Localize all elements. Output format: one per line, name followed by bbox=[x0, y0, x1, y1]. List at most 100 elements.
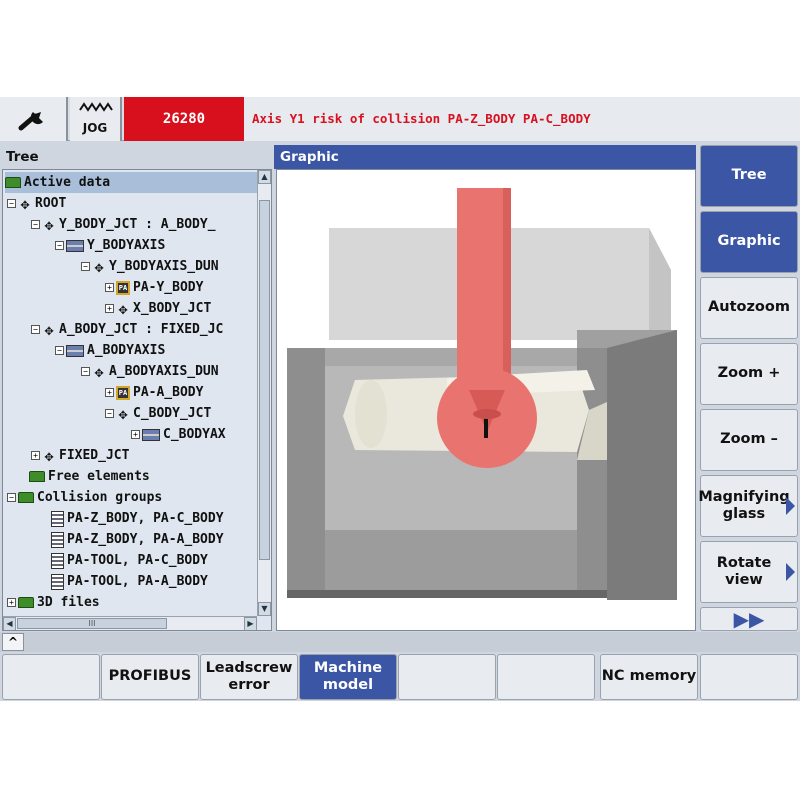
collapse-toggle-icon[interactable]: − bbox=[7, 199, 16, 208]
tree-item-collision-group[interactable]: PA-Z_BODY, PA-A_BODY bbox=[51, 529, 271, 550]
tree-item-a-body-jct[interactable]: − ✥ A_BODY_JCT : FIXED_JC bbox=[31, 319, 271, 340]
move-axes-icon: ✥ bbox=[94, 257, 104, 276]
mode-label: JOG bbox=[82, 121, 108, 135]
collapse-toggle-icon[interactable]: − bbox=[55, 241, 64, 250]
header-bar: JOG 26280 Axis Y1 risk of collision PA-Z… bbox=[0, 97, 800, 141]
softkey-nc-memory[interactable]: NC memory bbox=[600, 654, 698, 700]
wrench-icon[interactable] bbox=[0, 97, 68, 141]
scroll-right-icon[interactable]: ▶ bbox=[244, 617, 257, 630]
collapse-toggle-icon[interactable]: − bbox=[55, 346, 64, 355]
tree-item-y-body-jct[interactable]: − ✥ Y_BODY_JCT : A_BODY_ bbox=[31, 214, 271, 235]
tree-item-x-body-jct[interactable]: + ✥ X_BODY_JCT bbox=[105, 298, 271, 319]
expand-toggle-icon[interactable]: + bbox=[105, 283, 114, 292]
recall-caret-icon[interactable]: ^ bbox=[2, 633, 24, 651]
tree-item-pa-a-body[interactable]: + PA PA-A_BODY bbox=[105, 382, 271, 403]
axis-icon bbox=[66, 239, 84, 252]
folder-icon bbox=[29, 471, 45, 482]
softkey-more[interactable]: ▶▶ bbox=[700, 607, 798, 631]
tree-panel-title: Tree bbox=[0, 145, 272, 169]
softkey-zoom-in[interactable]: Zoom + bbox=[700, 343, 798, 405]
alarm-message: Axis Y1 risk of collision PA-Z_BODY PA-C… bbox=[244, 97, 800, 141]
collapse-toggle-icon[interactable]: − bbox=[81, 262, 90, 271]
move-axes-icon: ✥ bbox=[94, 362, 104, 381]
tree-vertical-scrollbar[interactable]: ▲ ▼ bbox=[257, 170, 271, 616]
graphic-panel-title: Graphic bbox=[274, 145, 696, 169]
move-axes-icon: ✥ bbox=[44, 215, 54, 234]
softkey-label: Magnifying glass bbox=[698, 488, 790, 522]
move-axes-icon: ✥ bbox=[20, 194, 30, 213]
softkey-tree[interactable]: Tree bbox=[700, 145, 798, 207]
softkey-h8[interactable] bbox=[700, 654, 798, 700]
tree-item-free-elements[interactable]: Free elements bbox=[29, 466, 271, 487]
recall-bar: ^ bbox=[0, 632, 800, 652]
softkey-magnifying-glass[interactable]: Magnifying glass bbox=[698, 475, 798, 537]
collapse-toggle-icon[interactable]: − bbox=[7, 493, 16, 502]
submenu-arrow-icon bbox=[786, 497, 795, 515]
tree-item-active-data[interactable]: Active data bbox=[5, 172, 259, 193]
alarm-number[interactable]: 26280 bbox=[124, 97, 244, 141]
tree-item-c-body-jct[interactable]: − ✥ C_BODY_JCT bbox=[105, 403, 271, 424]
tree-item-collision-group[interactable]: PA-TOOL, PA-A_BODY bbox=[51, 571, 271, 592]
tree-item-collision-group[interactable]: PA-Z_BODY, PA-C_BODY bbox=[51, 508, 271, 529]
submenu-arrow-icon bbox=[786, 563, 795, 581]
double-arrow-icon: ▶▶ bbox=[733, 607, 765, 631]
softkey-rotate-view[interactable]: Rotate view bbox=[700, 541, 798, 603]
tree-item-collision-group[interactable]: PA-TOOL, PA-C_BODY bbox=[51, 550, 271, 571]
collapse-toggle-icon[interactable]: − bbox=[81, 367, 90, 376]
collision-pair-icon bbox=[51, 531, 64, 548]
protection-area-icon: PA bbox=[116, 385, 130, 400]
tree-item-c-bodyax[interactable]: + C_BODYAX bbox=[131, 424, 271, 445]
tree-horizontal-scrollbar[interactable]: ◀ III ▶ bbox=[3, 616, 257, 630]
collapse-toggle-icon[interactable]: − bbox=[31, 325, 40, 334]
protection-area-icon: PA bbox=[116, 280, 130, 295]
move-axes-icon: ✥ bbox=[118, 404, 128, 423]
tree-item-pa-y-body[interactable]: + PA PA-Y_BODY bbox=[105, 277, 271, 298]
tree-item-a-bodyaxis-dun[interactable]: − ✥ A_BODYAXIS_DUN bbox=[81, 361, 271, 382]
move-axes-icon: ✥ bbox=[44, 320, 54, 339]
machine-model-3d bbox=[287, 188, 677, 600]
expand-toggle-icon[interactable]: + bbox=[131, 430, 140, 439]
softkey-zoom-out[interactable]: Zoom – bbox=[700, 409, 798, 471]
expand-toggle-icon[interactable]: + bbox=[105, 388, 114, 397]
softkey-h6[interactable] bbox=[497, 654, 595, 700]
folder-open-icon bbox=[5, 177, 21, 188]
tree-item-a-bodyaxis[interactable]: − A_BODYAXIS bbox=[55, 340, 271, 361]
collapse-toggle-icon[interactable]: − bbox=[31, 220, 40, 229]
softkey-profibus[interactable]: PROFIBUS bbox=[101, 654, 199, 700]
axis-icon bbox=[66, 344, 84, 357]
move-axes-icon: ✥ bbox=[44, 446, 54, 465]
tree-item-fixed-jct[interactable]: + ✥ FIXED_JCT bbox=[31, 445, 271, 466]
scroll-thumb[interactable]: III bbox=[17, 618, 167, 629]
hmi-screen: JOG 26280 Axis Y1 risk of collision PA-Z… bbox=[0, 97, 800, 701]
collision-pair-icon bbox=[51, 552, 64, 569]
softkey-label: Rotate view bbox=[716, 554, 772, 588]
tree-item-3d-files[interactable]: +3D files bbox=[7, 592, 261, 613]
machine-model-viewport[interactable] bbox=[276, 169, 696, 631]
scroll-down-icon[interactable]: ▼ bbox=[258, 602, 271, 616]
softkey-h1[interactable] bbox=[2, 654, 100, 700]
softkey-leadscrew-error[interactable]: Leadscrew error bbox=[200, 654, 298, 700]
collision-pair-icon bbox=[51, 510, 64, 527]
softkey-graphic[interactable]: Graphic bbox=[700, 211, 798, 273]
tree-item-y-bodyaxis[interactable]: − Y_BODYAXIS bbox=[55, 235, 271, 256]
axis-icon bbox=[142, 428, 160, 441]
expand-toggle-icon[interactable]: + bbox=[31, 451, 40, 460]
collision-pair-icon bbox=[51, 573, 64, 590]
scroll-thumb[interactable] bbox=[259, 200, 270, 560]
softkey-h5[interactable] bbox=[398, 654, 496, 700]
folder-open-icon bbox=[18, 492, 34, 503]
tree-item-y-bodyaxis-dun[interactable]: − ✥ Y_BODYAXIS_DUN bbox=[81, 256, 271, 277]
scroll-left-icon[interactable]: ◀ bbox=[3, 617, 16, 630]
jog-mode-indicator: JOG bbox=[70, 97, 122, 141]
softkey-machine-model[interactable]: Machine model bbox=[299, 654, 397, 700]
move-axes-icon: ✥ bbox=[118, 299, 128, 318]
collapse-toggle-icon[interactable]: − bbox=[105, 409, 114, 418]
scroll-up-icon[interactable]: ▲ bbox=[258, 170, 271, 184]
tree-item-collision-groups[interactable]: − Collision groups bbox=[7, 487, 261, 508]
expand-toggle-icon[interactable]: + bbox=[7, 598, 16, 607]
folder-icon bbox=[18, 597, 34, 608]
softkey-autozoom[interactable]: Autozoom bbox=[700, 277, 798, 339]
tree-item-root[interactable]: − ✥ ROOT bbox=[7, 193, 261, 214]
expand-toggle-icon[interactable]: + bbox=[105, 304, 114, 313]
tree-view[interactable]: Active data − ✥ ROOT − ✥ Y_BODY_JCT : A_BODY… bbox=[2, 169, 272, 631]
